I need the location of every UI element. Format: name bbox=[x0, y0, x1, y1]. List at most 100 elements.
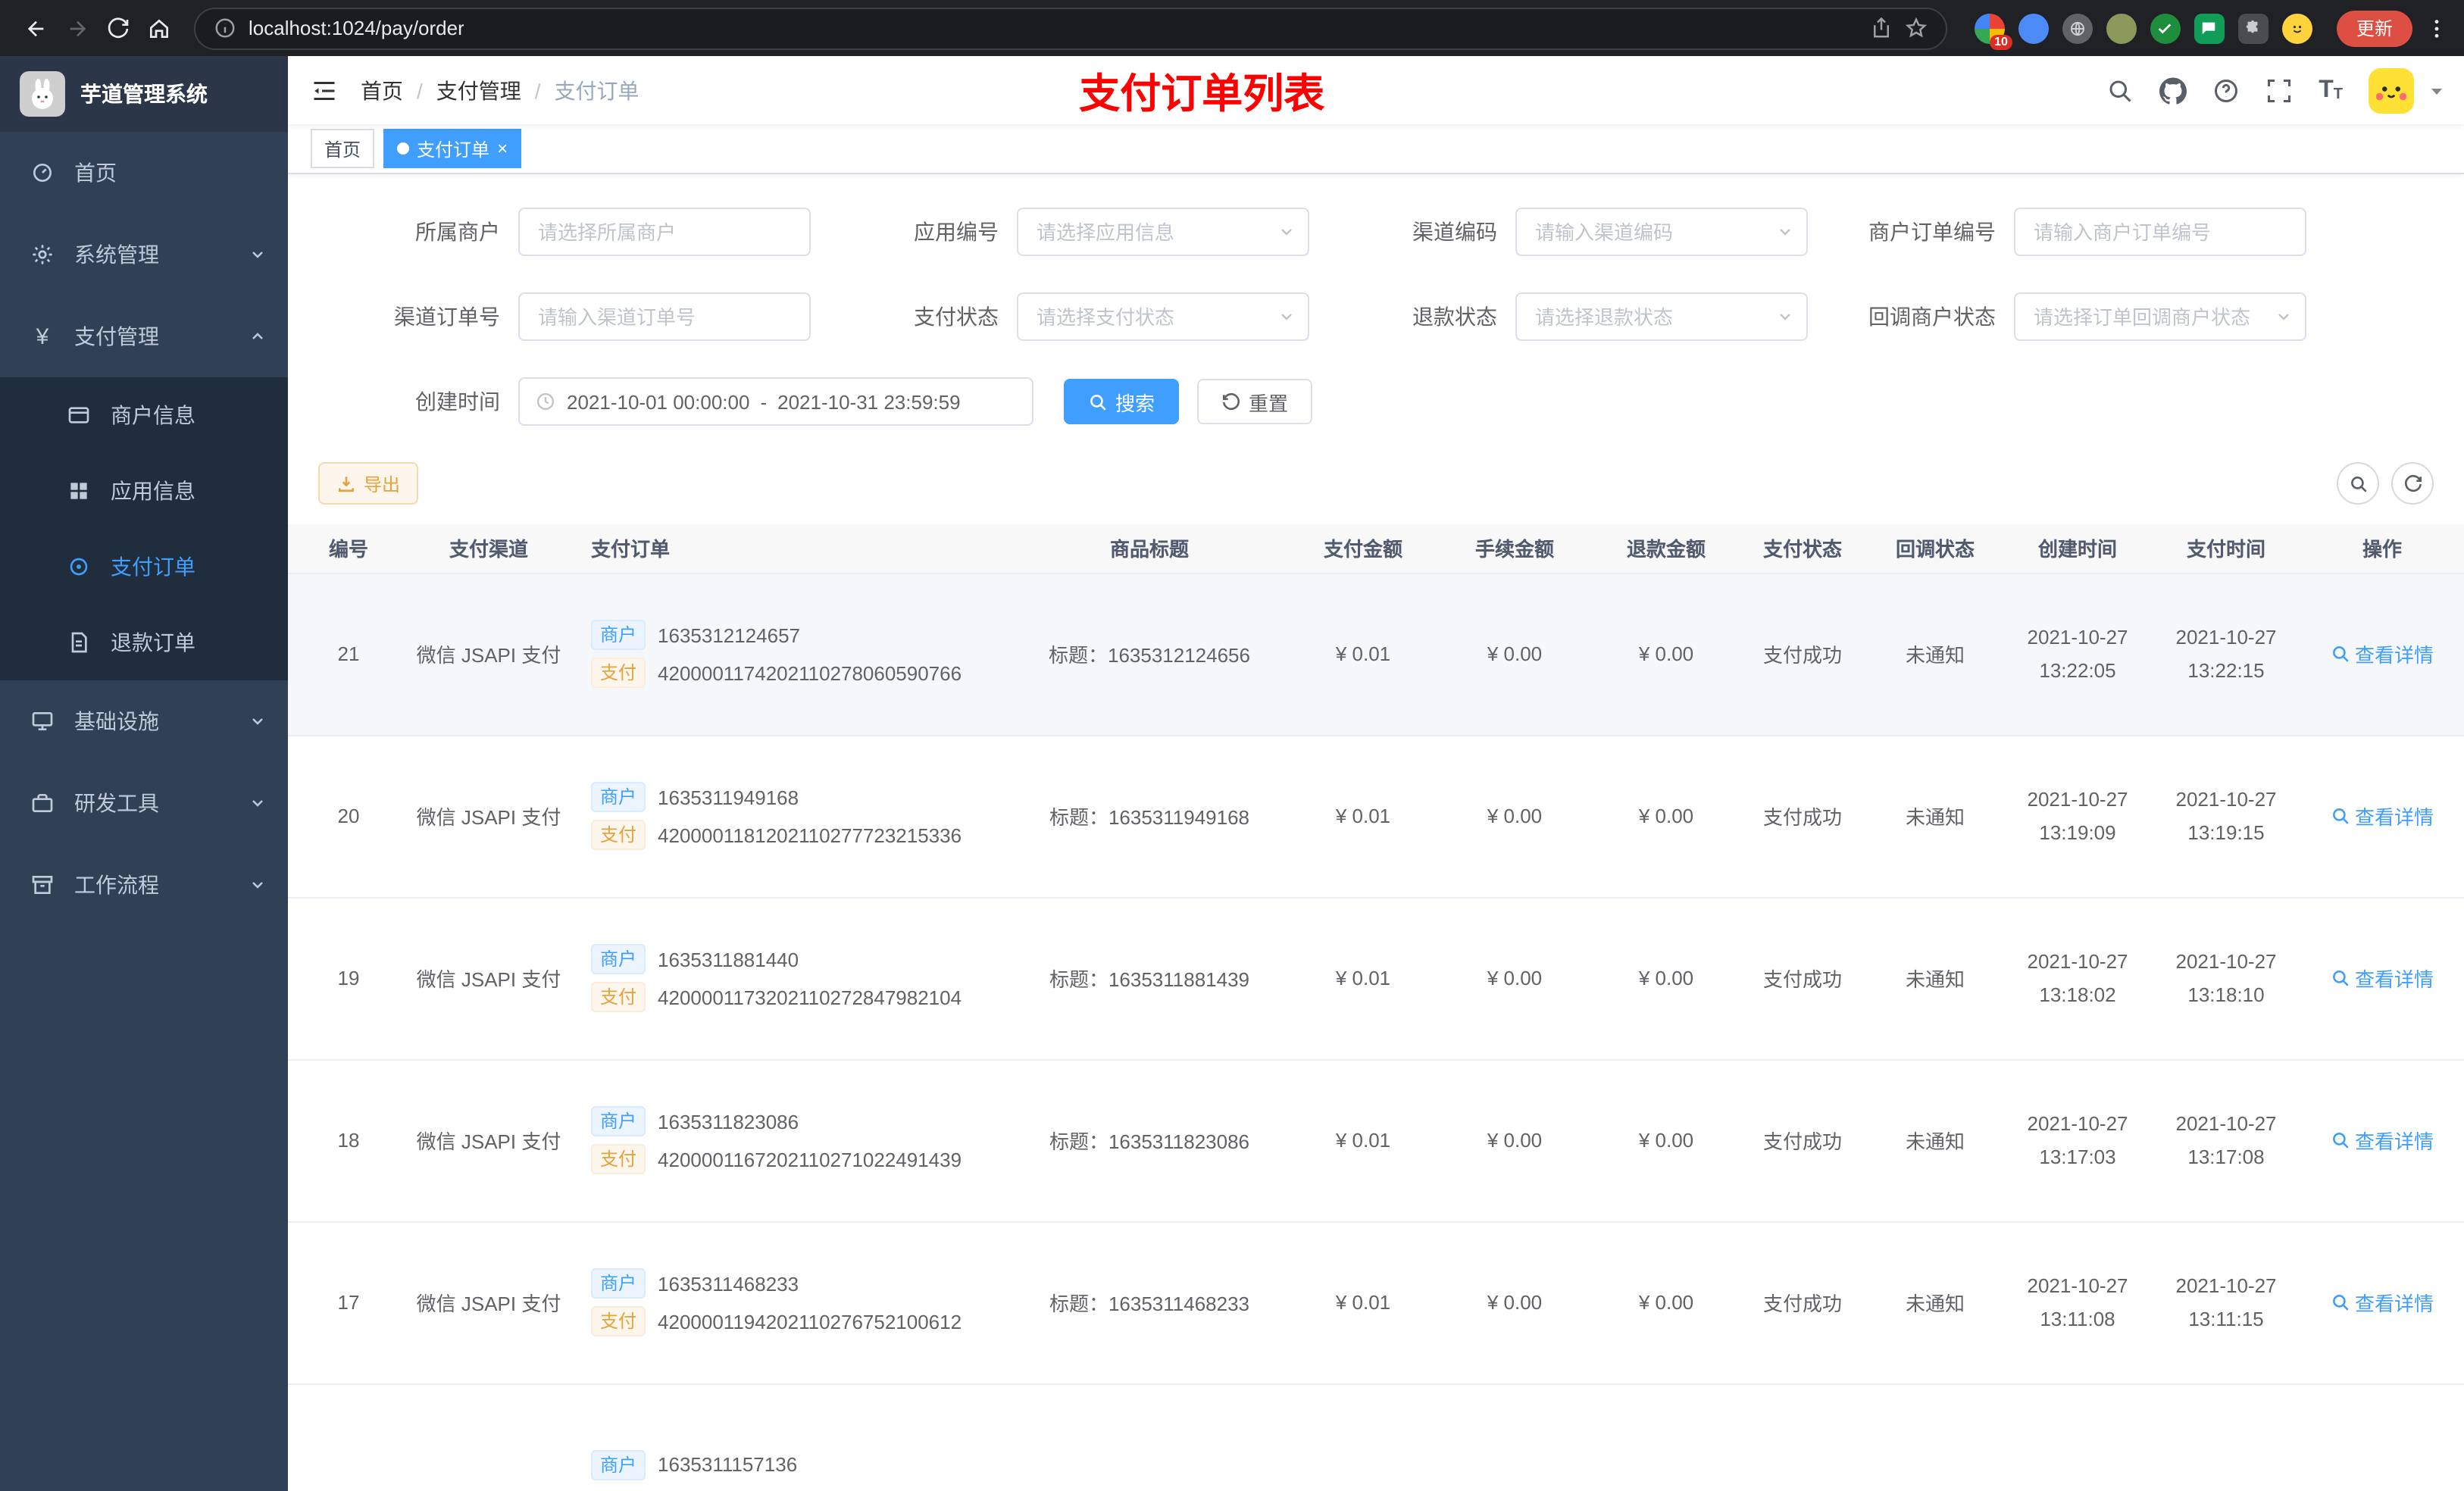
view-detail-link[interactable]: 查看详情 bbox=[2331, 639, 2434, 668]
date-range-input[interactable]: 2021-10-01 00:00:00 - 2021-10-31 23:59:5… bbox=[518, 377, 1033, 426]
date-start: 2021-10-01 00:00:00 bbox=[567, 390, 750, 413]
monitor-icon bbox=[30, 709, 55, 733]
fullscreen-icon[interactable] bbox=[2265, 77, 2293, 104]
font-size-icon[interactable]: TT bbox=[2319, 77, 2343, 102]
view-detail-link[interactable]: 查看详情 bbox=[2331, 1288, 2434, 1317]
search-button[interactable]: 搜索 bbox=[1064, 379, 1180, 424]
browser-forward-button[interactable] bbox=[56, 8, 97, 48]
extensions-area: 10 bbox=[1974, 13, 2312, 49]
merchant-tag: 商户 bbox=[591, 1449, 646, 1480]
pikachu-face-icon bbox=[2375, 86, 2407, 100]
col-fee: 手续金额 bbox=[1435, 524, 1594, 574]
user-avatar[interactable] bbox=[2369, 67, 2414, 113]
refund-status-select[interactable] bbox=[1515, 292, 1808, 341]
refresh-icon bbox=[1222, 392, 1240, 409]
github-icon[interactable] bbox=[2159, 77, 2187, 104]
table-row: 18 微信 JSAPI 支付 商户 1635311823086 支付 4200001… bbox=[288, 1059, 2464, 1222]
filter-form: 所属商户 应用编号 渠道编码 bbox=[288, 174, 2464, 426]
filter-refund-status: 退款状态 bbox=[1315, 292, 1808, 341]
browser-update-button[interactable]: 更新 bbox=[2336, 10, 2412, 46]
channel-code-select[interactable] bbox=[1515, 208, 1808, 256]
col-pay-time: 支付时间 bbox=[2152, 524, 2300, 574]
breadcrumb-pay[interactable]: 支付管理 bbox=[436, 75, 521, 105]
extension-check-icon[interactable] bbox=[2150, 13, 2181, 43]
refresh-table-button[interactable] bbox=[2391, 462, 2434, 505]
dashboard-icon bbox=[30, 161, 55, 185]
extension-drop-icon[interactable] bbox=[2018, 13, 2049, 43]
reload-icon bbox=[107, 17, 128, 38]
extension-emoji-icon[interactable] bbox=[2281, 13, 2312, 43]
search-icon bbox=[2333, 646, 2349, 662]
notify-status-select[interactable] bbox=[2014, 292, 2306, 341]
search-icon bbox=[2350, 476, 2366, 492]
extension-chat-icon[interactable] bbox=[2194, 13, 2225, 43]
table-row: 17 微信 JSAPI 支付 商户 1635311468233 支付 4200001… bbox=[288, 1221, 2464, 1384]
table-row: 商户 1635311157136 bbox=[288, 1383, 2464, 1491]
app-logo[interactable]: 芋道管理系统 bbox=[0, 56, 288, 132]
sidebar-menu: 首页 系统管理 ¥ 支付管理 商户信息 应用信息 支付订单 退款订单 基础设施 … bbox=[0, 132, 288, 926]
col-title: 商品标题 bbox=[1008, 524, 1291, 574]
pay-status-select[interactable] bbox=[1017, 292, 1309, 341]
view-detail-link[interactable]: 查看详情 bbox=[2331, 964, 2434, 992]
extension-pinwheel-icon[interactable]: 10 bbox=[1974, 13, 2012, 49]
merchant-order-no-input[interactable] bbox=[2014, 208, 2306, 256]
sidebar-item-infra[interactable]: 基础设施 bbox=[0, 680, 288, 762]
view-detail-link[interactable]: 查看详情 bbox=[2331, 802, 2434, 830]
filter-row-3: 创建时间 2021-10-01 00:00:00 - 2021-10-31 23… bbox=[318, 377, 2464, 426]
sidebar-item-pay-order[interactable]: 支付订单 bbox=[0, 529, 288, 605]
screen: localhost:1024/pay/order 10 更新 芋道管理系统 首页… bbox=[0, 0, 2464, 1491]
merchant-tag: 商户 bbox=[591, 1268, 646, 1299]
yen-icon: ¥ bbox=[36, 324, 49, 349]
col-notify: 回调状态 bbox=[1867, 524, 2003, 574]
toggle-search-button[interactable] bbox=[2337, 462, 2379, 505]
search-icon[interactable] bbox=[2106, 77, 2134, 104]
reset-button[interactable]: 重置 bbox=[1197, 379, 1313, 424]
table-row: 20 微信 JSAPI 支付 商户 1635311949168 支付 4200001… bbox=[288, 735, 2464, 898]
extension-globe-icon[interactable] bbox=[2062, 13, 2093, 43]
filter-merchant-order-no: 商户订单编号 bbox=[1814, 208, 2306, 256]
browser-home-button[interactable] bbox=[138, 8, 179, 48]
help-icon[interactable] bbox=[2212, 77, 2240, 104]
pay-tag: 支付 bbox=[591, 982, 646, 1012]
sidebar-item-pay[interactable]: ¥ 支付管理 bbox=[0, 295, 288, 377]
active-dot bbox=[397, 142, 410, 155]
col-actions: 操作 bbox=[2300, 524, 2464, 574]
merchant-input[interactable] bbox=[518, 208, 811, 256]
channel-order-no-input[interactable] bbox=[518, 292, 811, 341]
app-id-select[interactable] bbox=[1017, 208, 1309, 256]
merchant-tag: 商户 bbox=[591, 944, 646, 974]
site-info-icon[interactable] bbox=[214, 17, 236, 39]
filter-channel-code: 渠道编码 bbox=[1315, 208, 1808, 256]
extension-olive-icon[interactable] bbox=[2106, 13, 2137, 43]
browser-reload-button[interactable] bbox=[97, 8, 138, 48]
tab-home[interactable]: 首页 bbox=[311, 129, 375, 168]
bookmark-star-icon[interactable] bbox=[1905, 17, 1928, 39]
share-icon[interactable] bbox=[1870, 17, 1893, 39]
avatar-caret-down-icon[interactable] bbox=[2428, 81, 2446, 99]
chevron-down-icon bbox=[2275, 308, 2293, 326]
table-header: 编号 支付渠道 支付订单 商品标题 支付金额 手续金额 退款金额 支付状态 回调… bbox=[288, 524, 2464, 574]
sidebar-item-refund-order[interactable]: 退款订单 bbox=[0, 605, 288, 680]
sidebar-item-devtools[interactable]: 研发工具 bbox=[0, 762, 288, 844]
view-detail-link[interactable]: 查看详情 bbox=[2331, 1126, 2434, 1155]
search-icon bbox=[1090, 394, 1106, 410]
sidebar-item-home[interactable]: 首页 bbox=[0, 132, 288, 214]
breadcrumb-home[interactable]: 首页 bbox=[361, 75, 403, 105]
browser-back-button[interactable] bbox=[15, 8, 56, 48]
filter-app-id: 应用编号 bbox=[817, 208, 1309, 256]
sidebar-item-app-info[interactable]: 应用信息 bbox=[0, 453, 288, 529]
sidebar-toggle-icon[interactable] bbox=[288, 77, 361, 104]
filter-channel-order-no: 渠道订单号 bbox=[318, 292, 811, 341]
extension-puzzle-icon[interactable] bbox=[2237, 13, 2269, 43]
search-icon bbox=[2333, 1295, 2349, 1311]
search-icon bbox=[2333, 971, 2349, 986]
close-icon[interactable]: × bbox=[497, 139, 508, 158]
tab-pay-order[interactable]: 支付订单 × bbox=[383, 129, 522, 168]
sidebar-item-system[interactable]: 系统管理 bbox=[0, 214, 288, 295]
breadcrumb-separator: / bbox=[417, 78, 423, 102]
url-bar[interactable]: localhost:1024/pay/order bbox=[194, 7, 1947, 49]
sidebar-item-merchant-info[interactable]: 商户信息 bbox=[0, 377, 288, 453]
export-button[interactable]: 导出 bbox=[318, 462, 419, 505]
browser-menu-icon[interactable] bbox=[2425, 16, 2449, 40]
sidebar-item-workflow[interactable]: 工作流程 bbox=[0, 844, 288, 926]
